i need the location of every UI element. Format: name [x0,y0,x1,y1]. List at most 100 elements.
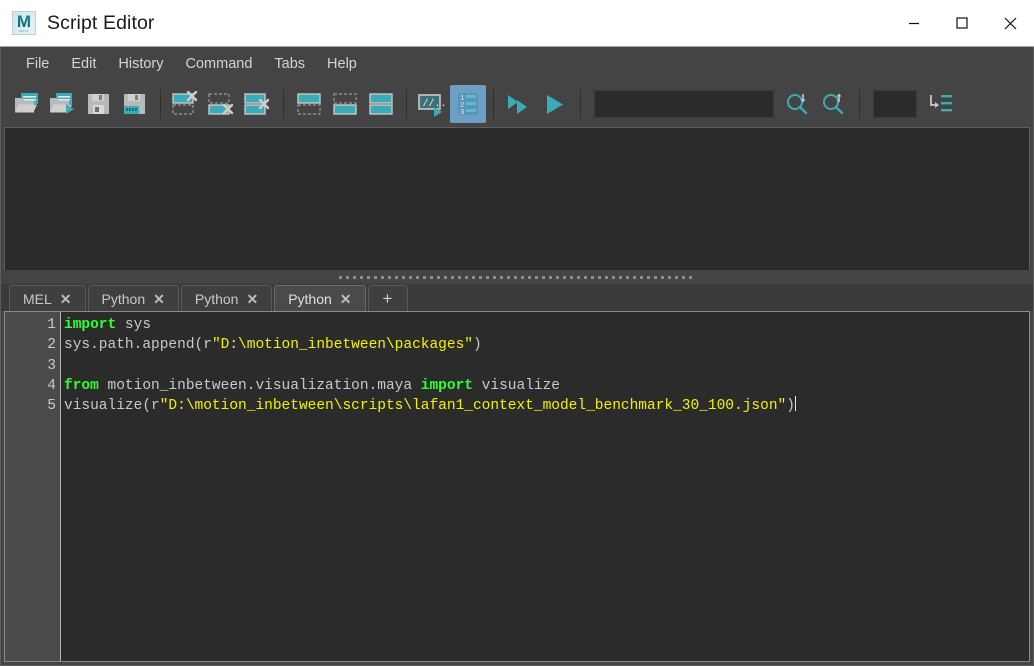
code-text-area[interactable]: import sys sys.path.append(r"D:\motion_in… [61,312,1029,661]
tab-label: Python [194,290,239,307]
save-script-button[interactable] [81,85,117,123]
search-up-icon [823,93,844,114]
select-all-icon [369,92,393,115]
tab-python-2[interactable]: Python ✕ [180,285,273,311]
output-panel-wrapper [0,127,1034,270]
script-to-shelf-icon: //... [418,93,447,117]
tab-label: Python [101,290,146,307]
code-editor-wrapper: 12345 import sys sys.path.append(r"D:\mot… [0,311,1034,666]
clear-input-button[interactable] [204,85,240,123]
menu-item-file[interactable]: File [15,52,60,76]
tab-label: MEL [23,290,52,307]
minimize-button[interactable] [890,0,938,46]
search-up-button[interactable] [816,85,852,123]
panel-splitter[interactable] [0,270,1034,284]
code-token: import [64,317,117,333]
window-title: Script Editor [47,11,155,34]
maya-logo-icon: M MAYA [12,11,36,35]
tab-close-icon[interactable]: ✕ [60,292,72,306]
save-script-to-shelf-button[interactable] [117,85,153,123]
line-number-input[interactable] [873,89,917,118]
show-line-numbers-icon: 1 2 3 [458,92,478,117]
history-output-panel[interactable] [4,127,1030,270]
select-input-button[interactable] [327,85,363,123]
svg-text:3: 3 [460,109,464,117]
code-token: import [420,377,473,394]
maximize-icon [956,17,968,29]
toolbar-separator-2 [283,88,284,119]
toolbar-separator-3 [406,88,407,119]
code-token: sys.path.append(r [64,337,212,354]
line-number: 5 [47,398,56,415]
tab-close-icon[interactable]: ✕ [340,292,352,306]
code-editor[interactable]: 12345 import sys sys.path.append(r"D:\mot… [4,311,1030,662]
close-icon [1004,17,1016,29]
save-script-icon [88,93,109,114]
open-and-execute-script-button[interactable] [45,85,81,123]
code-token: visualize(r [64,398,160,415]
tab-bar: MEL ✕ Python ✕ Python ✕ Python ✕ + [0,284,1034,311]
maya-logo-subtext: MAYA [19,29,29,33]
line-number: 2 [47,337,56,354]
tab-close-icon[interactable]: ✕ [246,292,258,306]
execute-icon [547,94,563,114]
maya-logo-letter: M [16,11,32,31]
minimize-icon [909,22,919,25]
search-down-icon [787,93,808,114]
clear-all-icon [244,92,270,115]
open-and-execute-script-icon [50,92,74,114]
tab-close-icon[interactable]: ✕ [153,292,165,306]
code-line: import sys [64,315,1029,335]
code-token: visualize [472,377,560,394]
execute-button[interactable] [537,85,573,123]
menu-item-help[interactable]: Help [316,52,368,76]
close-button[interactable] [986,0,1034,46]
code-token: from [64,377,99,394]
code-line: from motion_inbetween.visualization.maya… [64,376,1029,396]
menu-item-tabs[interactable]: Tabs [263,52,316,76]
line-number: 3 [47,357,56,374]
clear-history-button[interactable] [168,85,204,123]
code-token: ) [786,398,795,415]
menu-item-command[interactable]: Command [175,52,264,76]
line-number-gutter: 1 2 3 4 5 [5,312,61,661]
show-line-numbers-button[interactable]: 1 2 3 [450,84,486,123]
script-to-shelf-button[interactable]: //... [414,85,450,123]
select-all-button[interactable] [363,85,399,123]
code-line: sys.path.append(r"D:\motion_inbetween\pa… [64,335,1029,355]
select-history-icon [297,92,321,115]
clear-all-button[interactable] [240,85,276,123]
add-tab-button[interactable]: + [367,285,408,311]
tab-python-1[interactable]: Python ✕ [87,285,179,311]
tab-mel[interactable]: MEL ✕ [9,285,86,311]
toolbar-separator-5 [580,88,581,119]
tab-label: Python [288,290,332,307]
clear-input-icon [208,92,234,115]
execute-all-button[interactable] [501,85,537,123]
menu-item-history[interactable]: History [107,52,174,76]
menu-item-edit[interactable]: Edit [60,52,107,76]
code-token: "D:\motion_inbetween\packages" [211,337,473,354]
menu-bar: File Edit History Command Tabs Help [0,47,1034,80]
toolbar-separator-1 [160,88,161,119]
select-input-icon [333,92,357,115]
open-script-button[interactable] [9,85,45,123]
tab-python-3[interactable]: Python ✕ [274,285,366,311]
save-script-to-shelf-icon [124,93,145,114]
code-token: sys [116,317,152,333]
execute-all-icon [508,94,527,114]
maximize-button[interactable] [938,0,986,46]
toolbar-separator-4 [493,88,494,119]
toolbar-separator-6 [859,88,860,119]
search-input[interactable] [594,89,774,118]
window-controls [890,0,1034,46]
window-titlebar: M MAYA Script Editor [0,0,1034,47]
search-down-button[interactable] [780,85,816,123]
history-output-text [5,128,1029,136]
text-caret [794,396,796,412]
code-token: "D:\motion_inbetween\scripts\lafan1_cont… [159,398,787,415]
goto-line-button[interactable] [923,85,959,123]
line-number: 1 [47,317,56,333]
select-history-button[interactable] [291,85,327,123]
